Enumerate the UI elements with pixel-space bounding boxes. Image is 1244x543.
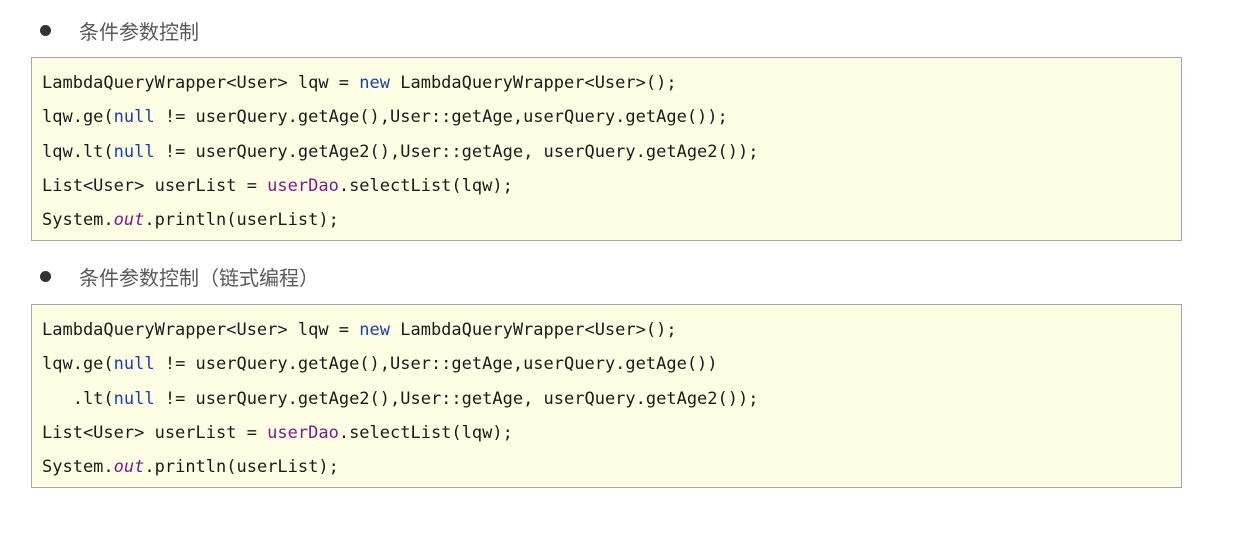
code-token: lqw.lt(: [42, 141, 114, 162]
code-token-kw: new: [359, 73, 390, 93]
code-line: List<User> userList = userDao.selectList…: [42, 416, 1171, 450]
code-token: LambdaQueryWrapper<User>();: [390, 73, 677, 93]
section-1-code-block: LambdaQueryWrapper<User> lqw = new Lambd…: [31, 57, 1182, 241]
code-token-fld: userDao: [267, 175, 339, 196]
code-line: System.out.println(userList);: [42, 450, 1171, 484]
code-token: lqw.ge(: [42, 354, 114, 375]
code-token: .println(userList);: [144, 210, 339, 231]
code-token: .selectList(lqw);: [338, 422, 513, 443]
section-2-code-block: LambdaQueryWrapper<User> lqw = new Lambd…: [31, 304, 1182, 488]
section-1-heading: 条件参数控制: [40, 15, 199, 45]
code-line: LambdaQueryWrapper<User> lqw = new Lambd…: [42, 313, 1171, 347]
code-token: .lt(: [42, 388, 114, 409]
code-token: LambdaQueryWrapper<User> lqw =: [42, 320, 360, 340]
bullet-icon: [40, 24, 51, 36]
code-token: .selectList(lqw);: [338, 175, 513, 196]
code-token-fld: userDao: [267, 422, 339, 443]
code-token: System.: [42, 210, 114, 231]
code-token: != userQuery.getAge(),User::getAge,userQ…: [154, 354, 718, 375]
code-token: != userQuery.getAge2(),User::getAge, use…: [154, 388, 759, 409]
code-token-kw: null: [113, 354, 155, 375]
code-token: != userQuery.getAge2(),User::getAge, use…: [154, 141, 759, 162]
code-token-kw: null: [113, 388, 155, 409]
section-2-title: 条件参数控制（链式编程）: [79, 265, 319, 290]
code-token: LambdaQueryWrapper<User> lqw =: [42, 73, 360, 93]
code-token: != userQuery.getAge(),User::getAge,userQ…: [154, 107, 728, 128]
code-token: .println(userList);: [144, 457, 339, 478]
code-line: System.out.println(userList);: [42, 203, 1171, 237]
code-line: lqw.ge(null != userQuery.getAge(),User::…: [42, 347, 1171, 381]
code-token-kw: null: [113, 141, 155, 162]
section-1-title: 条件参数控制: [79, 19, 199, 44]
code-token: System.: [42, 457, 114, 478]
code-token: LambdaQueryWrapper<User>();: [390, 320, 677, 340]
code-line: LambdaQueryWrapper<User> lqw = new Lambd…: [42, 66, 1171, 100]
code-line: List<User> userList = userDao.selectList…: [42, 169, 1171, 203]
bullet-icon: [40, 270, 51, 282]
code-token-fld-it: out: [113, 457, 145, 478]
code-line: lqw.lt(null != userQuery.getAge2(),User:…: [42, 135, 1171, 169]
code-token: List<User> userList =: [42, 422, 268, 443]
code-token-kw: null: [113, 107, 155, 128]
code-token: List<User> userList =: [42, 175, 268, 196]
code-line: lqw.ge(null != userQuery.getAge(),User::…: [42, 100, 1171, 134]
code-line: .lt(null != userQuery.getAge2(),User::ge…: [42, 382, 1171, 416]
code-token-kw: new: [359, 320, 390, 340]
code-token-fld-it: out: [113, 210, 145, 231]
section-2-heading: 条件参数控制（链式编程）: [40, 261, 319, 291]
code-token: lqw.ge(: [42, 107, 114, 128]
